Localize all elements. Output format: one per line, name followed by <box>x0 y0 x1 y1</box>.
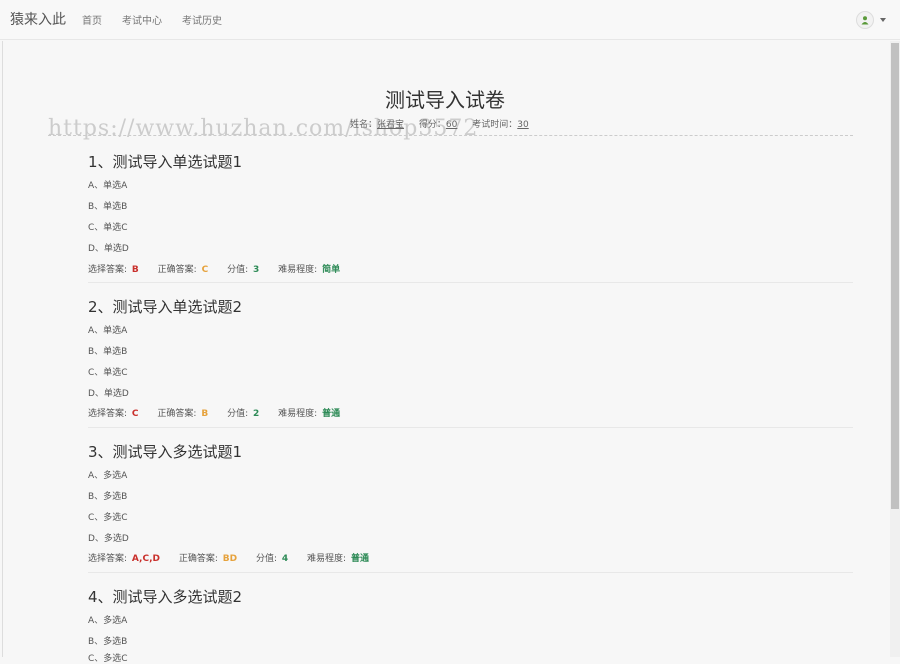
correct-answer: C <box>201 265 209 275</box>
correct-label: 正确答案: <box>178 554 218 564</box>
correct-label: 正确答案: <box>157 409 197 419</box>
time-label: 考试时间： <box>472 120 518 130</box>
chevron-down-icon <box>880 18 886 22</box>
question-3-option-a: A、多选A <box>88 471 128 481</box>
question-1-option-b: B、单选B <box>88 202 128 212</box>
selected-label: 选择答案: <box>88 265 128 275</box>
selected-answer: B <box>131 265 139 275</box>
difficulty-value: 普通 <box>350 554 369 564</box>
question-1-option-a: A、单选A <box>88 181 128 191</box>
question-1-result: 选择答案: B 正确答案: C 分值: 3 难易程度: 简单 <box>88 262 356 275</box>
score-value: 60 <box>445 120 458 130</box>
question-4-title: 4、测试导入多选试题2 <box>88 588 243 606</box>
exam-title: 测试导入试卷 <box>385 88 505 112</box>
difficulty-value: 简单 <box>322 265 341 275</box>
question-3-result: 选择答案: A,C,D 正确答案: BD 分值: 4 难易程度: 普通 <box>88 551 385 564</box>
user-avatar-icon <box>856 11 874 29</box>
selected-answer: C <box>131 409 139 419</box>
correct-answer: B <box>201 409 209 419</box>
question-1-option-d: D、单选D <box>88 244 129 254</box>
correct-answer: BD <box>222 554 238 564</box>
question-divider <box>88 572 853 573</box>
question-1-title: 1、测试导入单选试题1 <box>88 153 243 171</box>
question-3-option-d: D、多选D <box>88 534 129 544</box>
points-label: 分值: <box>227 265 249 275</box>
question-2-option-c: C、单选C <box>88 368 128 378</box>
brand-logo[interactable]: 猿来入此 <box>10 9 66 29</box>
nav-exam-center-link[interactable]: 考试中心 <box>122 12 162 27</box>
question-3-title: 3、测试导入多选试题1 <box>88 443 243 461</box>
question-2-title: 2、测试导入单选试题2 <box>88 298 243 316</box>
user-menu-dropdown[interactable] <box>856 11 886 29</box>
question-2-option-a: A、单选A <box>88 326 128 336</box>
question-3-option-b: B、多选B <box>88 492 128 502</box>
nav-home-link[interactable]: 首页 <box>82 12 102 27</box>
points-label: 分值: <box>227 409 249 419</box>
exam-meta: 姓名：张君宝 得分：60 考试时间：30 <box>350 117 541 130</box>
question-4-option-c: C、多选C <box>88 654 128 664</box>
question-4-option-a: A、多选A <box>88 616 128 626</box>
question-2-option-d: D、单选D <box>88 389 129 399</box>
question-2-result: 选择答案: C 正确答案: B 分值: 2 难易程度: 普通 <box>88 406 356 419</box>
question-divider <box>88 282 853 283</box>
difficulty-label: 难易程度: <box>278 265 318 275</box>
name-label: 姓名： <box>350 120 378 130</box>
selected-label: 选择答案: <box>88 409 128 419</box>
question-3-option-c: C、多选C <box>88 513 128 523</box>
difficulty-label: 难易程度: <box>307 554 347 564</box>
points-value: 3 <box>253 265 260 275</box>
score-label: 得分： <box>418 120 446 130</box>
points-value: 2 <box>253 409 260 419</box>
points-value: 4 <box>281 554 289 564</box>
time-value: 30 <box>517 120 529 130</box>
selected-answer: A,C,D <box>131 554 160 564</box>
question-2-option-b: B、单选B <box>88 347 128 357</box>
question-1-option-c: C、单选C <box>88 223 128 233</box>
question-divider <box>88 427 853 428</box>
top-navbar: 猿来入此 首页 考试中心 考试历史 <box>0 0 900 40</box>
header-divider <box>48 135 853 136</box>
name-value: 张君宝 <box>377 120 405 130</box>
nav-exam-history-link[interactable]: 考试历史 <box>182 12 222 27</box>
points-label: 分值: <box>255 554 278 564</box>
scrollbar-thumb[interactable] <box>891 43 899 509</box>
correct-label: 正确答案: <box>157 265 197 275</box>
question-4-option-b: B、多选B <box>88 637 128 647</box>
difficulty-label: 难易程度: <box>278 409 318 419</box>
selected-label: 选择答案: <box>88 554 128 564</box>
difficulty-value: 普通 <box>322 409 341 419</box>
